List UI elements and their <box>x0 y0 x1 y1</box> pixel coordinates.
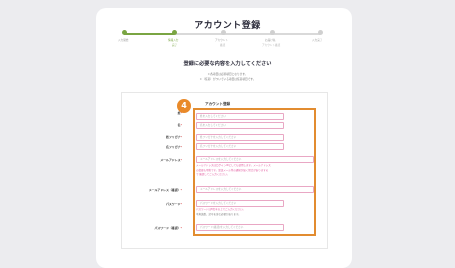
email-confirm-label: メールアドレス（確認）* <box>148 188 182 192</box>
last-name-label: 姓* <box>177 111 182 115</box>
required-note: ＊各項目は必須項目となります。 <box>207 72 248 76</box>
step-sub-3: 確認 <box>220 44 226 47</box>
step-label-1: 入力開始 <box>118 39 129 42</box>
step-label-4: お届け先 <box>265 39 276 42</box>
main-heading: 登録に必要な内容を入力してください <box>183 61 272 67</box>
page-title: アカウント登録 <box>194 21 261 31</box>
step-label-3: アカウント <box>215 39 228 42</box>
step-sub-2: 完了 <box>172 44 178 47</box>
last-kana-label: 姓フリガナ* <box>166 135 182 139</box>
step-label-5: 入力完了 <box>312 39 323 42</box>
optional-note: ＊（任意）がついている項目は任意項目です。 <box>199 77 256 81</box>
step-badge: 4 <box>177 99 191 113</box>
step-sub-4: アカウント確認 <box>262 44 281 47</box>
password-label: パスワード* <box>166 202 182 206</box>
step-dot-5 <box>318 30 323 35</box>
form-section-title: アカウント登録 <box>205 102 231 106</box>
first-name-label: 名* <box>177 123 182 127</box>
step-dot-2 <box>172 30 177 35</box>
step-dot-1 <box>122 30 127 35</box>
progress-fill <box>124 33 174 35</box>
password-confirm-label: パスワード（確認）* <box>154 226 182 230</box>
step-dot-4 <box>270 30 275 35</box>
highlight-frame <box>193 108 316 236</box>
email-label: メールアドレス* <box>160 158 182 162</box>
step-dot-3 <box>221 30 226 35</box>
first-kana-label: 名フリガナ* <box>166 145 182 149</box>
step-label-2: 情報入力 <box>168 39 179 42</box>
